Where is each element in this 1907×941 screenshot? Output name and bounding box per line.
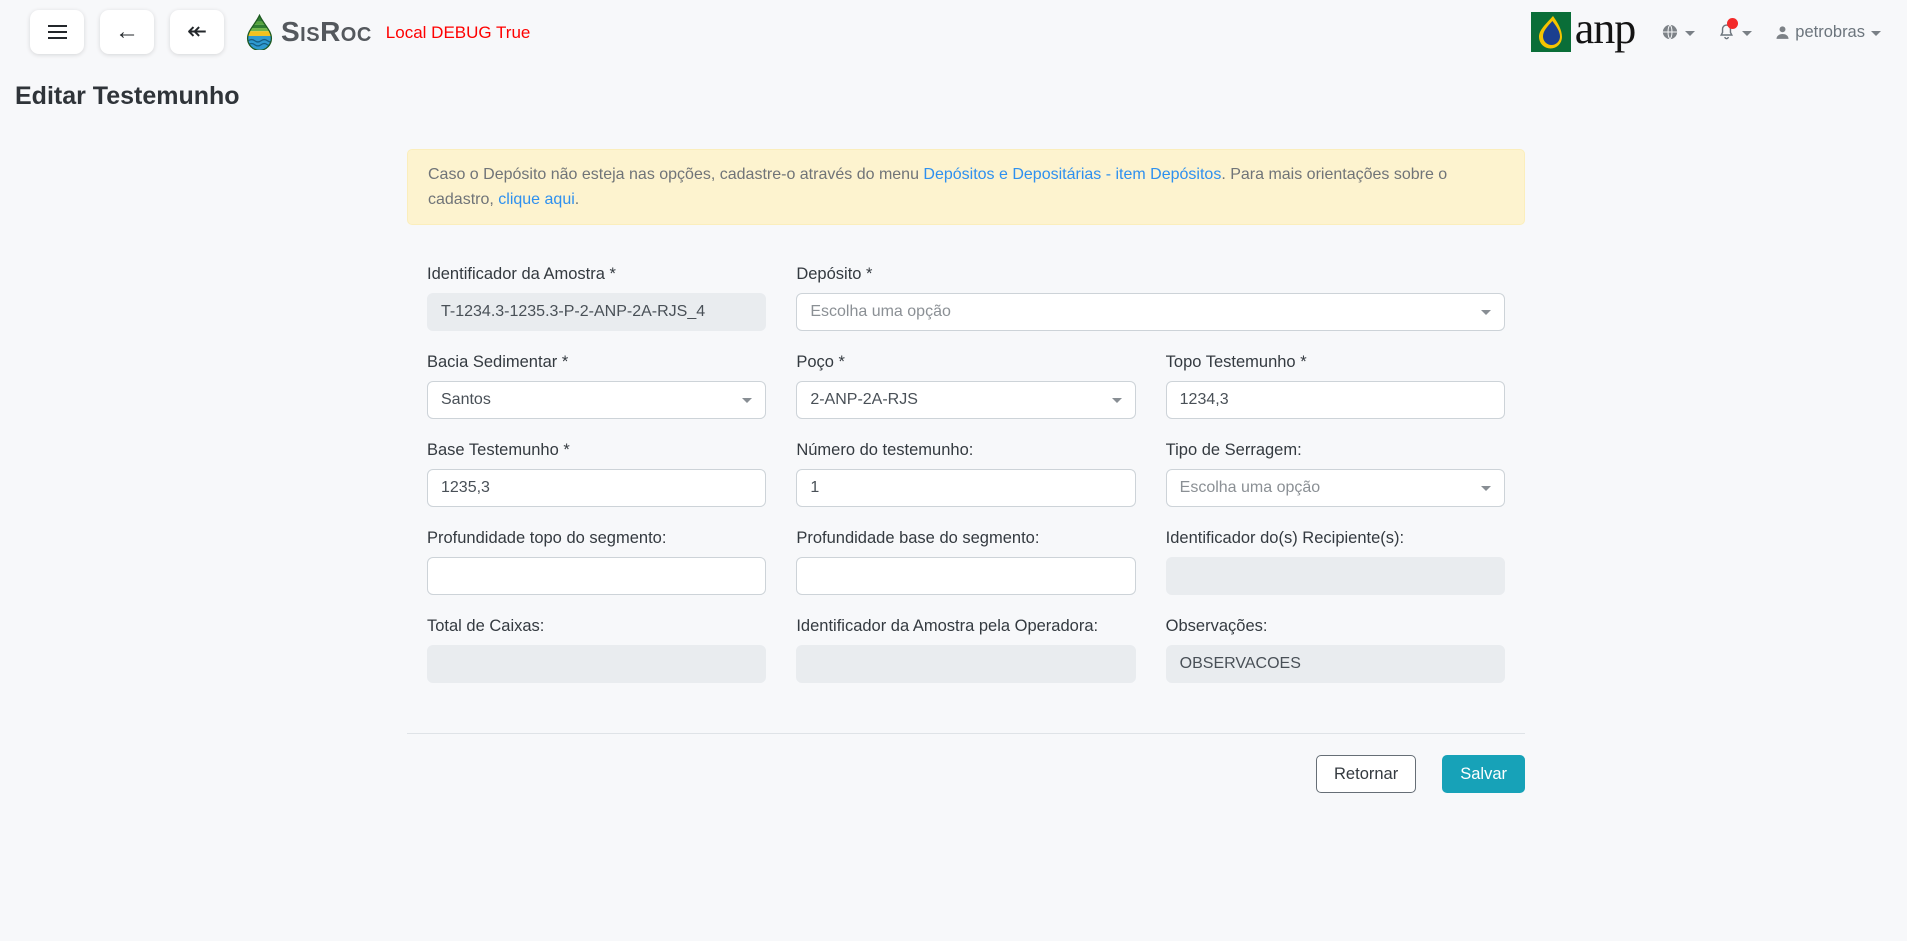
form-actions: Retornar Salvar (407, 755, 1525, 793)
retornar-button[interactable]: Retornar (1316, 755, 1416, 793)
field-label: Observações: (1166, 617, 1505, 636)
field-label: Identificador da Amostra * (427, 265, 766, 284)
user-name: petrobras (1795, 23, 1865, 42)
field-label: Bacia Sedimentar * (427, 353, 766, 372)
topo-testemunho-input[interactable] (1166, 381, 1505, 419)
depositos-menu-link[interactable]: Depósitos e Depositárias - item Depósito… (923, 166, 1221, 183)
back-to-list-button[interactable]: ↞ (170, 10, 224, 54)
form-divider (407, 733, 1525, 734)
identificador-recipientes-input (1166, 557, 1505, 595)
language-dropdown[interactable] (1661, 23, 1695, 41)
field-label: Depósito * (796, 265, 1505, 284)
alert-text: Caso o Depósito não esteja nas opções, c… (428, 166, 923, 183)
testemunho-form: Identificador da Amostra * Depósito * Es… (407, 265, 1525, 683)
total-caixas-input (427, 645, 766, 683)
tipo-serragem-select[interactable]: Escolha uma opção (1166, 469, 1505, 507)
field-label: Topo Testemunho * (1166, 353, 1505, 372)
identificador-amostra-input (427, 293, 766, 331)
navbar-left: ← ↞ SisRoc Local DEB (30, 10, 530, 54)
field-total-caixas: Total de Caixas: (427, 617, 766, 683)
menu-toggle-button[interactable] (30, 10, 84, 54)
field-identificador-operadora: Identificador da Amostra pela Operadora: (796, 617, 1135, 683)
numero-testemunho-input[interactable] (796, 469, 1135, 507)
field-profundidade-base: Profundidade base do segmento: (796, 529, 1135, 595)
sisroc-droplet-icon (246, 14, 273, 50)
field-label: Base Testemunho * (427, 441, 766, 460)
base-testemunho-input[interactable] (427, 469, 766, 507)
field-observacoes: Observações: (1166, 617, 1505, 683)
select-placeholder: Escolha uma opção (1180, 479, 1481, 497)
field-label: Poço * (796, 353, 1135, 372)
field-label: Profundidade topo do segmento: (427, 529, 766, 548)
form-container: Caso o Depósito não esteja nas opções, c… (407, 149, 1525, 793)
arrow-left-icon: ← (115, 20, 139, 44)
clique-aqui-link[interactable]: clique aqui (498, 191, 575, 208)
field-deposito: Depósito * Escolha uma opção (796, 265, 1505, 331)
deposito-select[interactable]: Escolha uma opção (796, 293, 1505, 331)
field-tipo-serragem: Tipo de Serragem: Escolha uma opção (1166, 441, 1505, 507)
alert-text: . (575, 191, 579, 208)
chevron-down-icon (1112, 398, 1122, 403)
field-bacia-sedimentar: Bacia Sedimentar * Santos (427, 353, 766, 419)
brand-name: SisRoc (281, 16, 372, 48)
field-profundidade-topo: Profundidade topo do segmento: (427, 529, 766, 595)
user-icon (1774, 24, 1791, 41)
notification-badge (1727, 18, 1738, 29)
profundidade-base-input[interactable] (796, 557, 1135, 595)
notifications-dropdown[interactable] (1717, 22, 1752, 42)
profundidade-topo-input[interactable] (427, 557, 766, 595)
info-alert: Caso o Depósito não esteja nas opções, c… (407, 149, 1525, 225)
field-identificador-recipientes: Identificador do(s) Recipiente(s): (1166, 529, 1505, 595)
bacia-sedimentar-select[interactable]: Santos (427, 381, 766, 419)
menu-icon (48, 25, 67, 39)
field-identificador-amostra: Identificador da Amostra * (427, 265, 766, 331)
sisroc-brand: SisRoc (246, 14, 372, 50)
field-label: Identificador do(s) Recipiente(s): (1166, 529, 1505, 548)
page-title: Editar Testemunho (15, 82, 1907, 111)
select-value: 2-ANP-2A-RJS (810, 391, 1111, 409)
chevron-down-icon (742, 398, 752, 403)
chevron-down-icon (1685, 31, 1695, 36)
field-label: Tipo de Serragem: (1166, 441, 1505, 460)
identificador-operadora-input (796, 645, 1135, 683)
anp-logo (1531, 12, 1571, 52)
select-placeholder: Escolha uma opção (810, 303, 1481, 321)
anp-wordmark: anp (1575, 9, 1636, 49)
back-button[interactable]: ← (100, 10, 154, 54)
field-label: Total de Caixas: (427, 617, 766, 636)
observacoes-input (1166, 645, 1505, 683)
debug-mode-label: Local DEBUG True (386, 23, 531, 43)
field-label: Identificador da Amostra pela Operadora: (796, 617, 1135, 636)
user-dropdown[interactable]: petrobras (1774, 23, 1881, 42)
select-value: Santos (441, 391, 742, 409)
poco-select[interactable]: 2-ANP-2A-RJS (796, 381, 1135, 419)
double-arrow-left-icon: ↞ (187, 20, 207, 44)
field-label: Profundidade base do segmento: (796, 529, 1135, 548)
field-base-testemunho: Base Testemunho * (427, 441, 766, 507)
chevron-down-icon (1481, 486, 1491, 491)
top-navbar: ← ↞ SisRoc Local DEB (0, 0, 1907, 56)
navbar-right: anp petrobras (1531, 9, 1881, 55)
chevron-down-icon (1742, 31, 1752, 36)
chevron-down-icon (1871, 31, 1881, 36)
chevron-down-icon (1481, 310, 1491, 315)
field-topo-testemunho: Topo Testemunho * (1166, 353, 1505, 419)
field-label: Número do testemunho: (796, 441, 1135, 460)
field-numero-testemunho: Número do testemunho: (796, 441, 1135, 507)
field-poco: Poço * 2-ANP-2A-RJS (796, 353, 1135, 419)
salvar-button[interactable]: Salvar (1442, 755, 1525, 793)
globe-icon (1661, 23, 1679, 41)
